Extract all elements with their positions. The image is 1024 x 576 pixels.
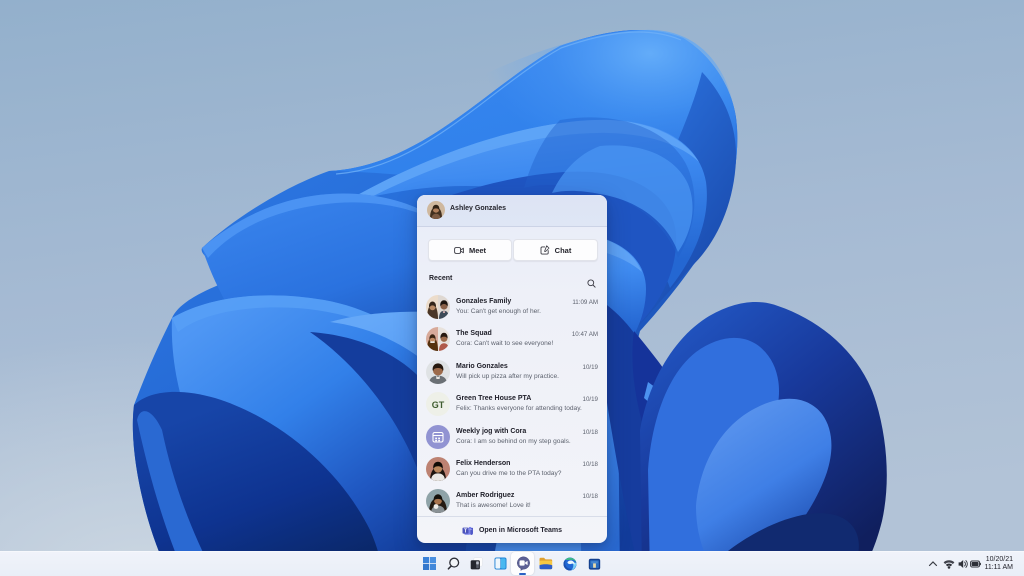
svg-text:GT: GT — [432, 400, 445, 410]
